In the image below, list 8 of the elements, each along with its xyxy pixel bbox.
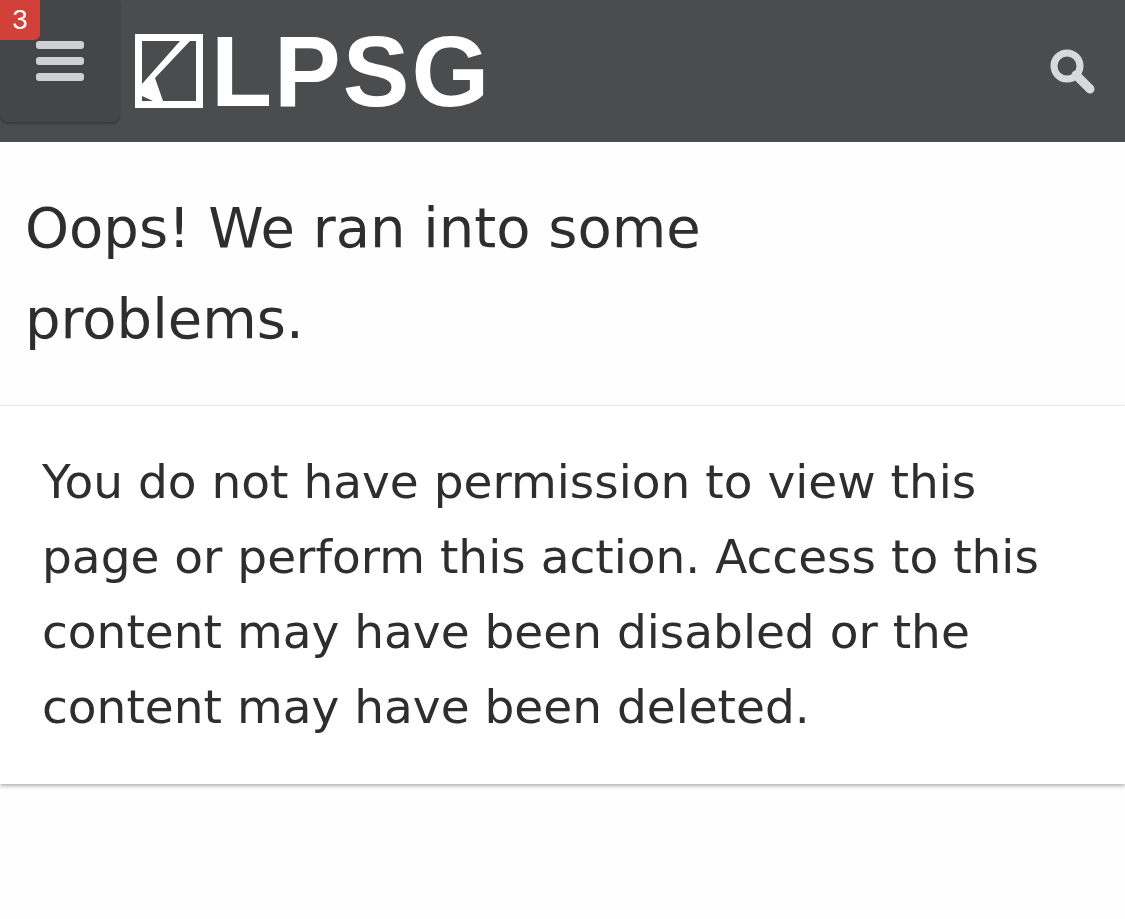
logo-link[interactable]: LPSG bbox=[135, 34, 492, 108]
search-icon bbox=[1049, 48, 1095, 94]
logo-icon bbox=[135, 34, 203, 108]
error-message: You do not have permission to view this page or perform this action. Access to this content may have been disabled or the content may have been deleted. bbox=[42, 453, 1040, 736]
page-title: Oops! We ran into some problems. bbox=[25, 194, 702, 353]
menu-icon bbox=[36, 41, 84, 81]
notification-badge: 3 bbox=[0, 0, 40, 40]
search-button[interactable] bbox=[1049, 48, 1095, 94]
